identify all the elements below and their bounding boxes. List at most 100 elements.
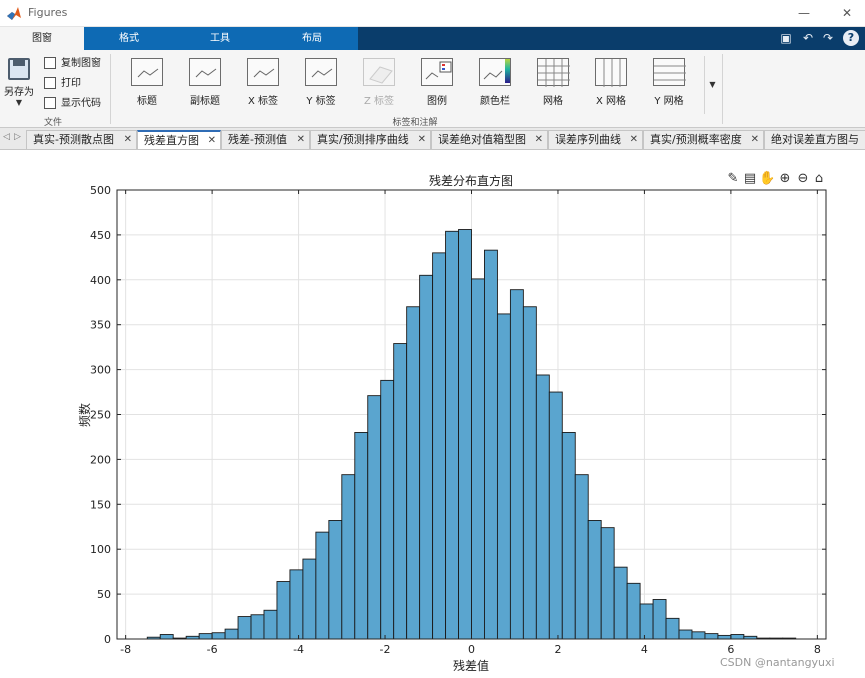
xgrid-icon — [595, 58, 627, 87]
legend-button-label: 图例 — [427, 96, 447, 107]
close-tab-icon[interactable]: ✕ — [418, 131, 426, 149]
x-tick-label: -4 — [293, 643, 304, 656]
doc-tab-residual-histogram[interactable]: 残差直方图 ✕ — [137, 130, 221, 149]
histogram-bar — [419, 274, 434, 640]
histogram-bar — [471, 278, 485, 640]
histogram-bar — [341, 474, 356, 640]
close-tab-icon[interactable]: ✕ — [751, 131, 759, 149]
x-tick-label: 4 — [641, 643, 648, 656]
xlabel-button[interactable]: X 标签 — [238, 58, 288, 112]
subtitle-button[interactable]: 副标题 — [180, 58, 230, 112]
zlabel-button: Z 标签 — [354, 58, 404, 112]
xgrid-button-label: X 网格 — [595, 96, 627, 107]
doc-tab-label: 真实-预测散点图 — [33, 133, 114, 146]
histogram-bar — [678, 629, 693, 640]
copy-figure-button[interactable]: 复制图窗 — [44, 56, 101, 71]
subtitle-button-label: 副标题 — [190, 96, 220, 107]
grid-button[interactable]: 网格 — [528, 58, 578, 112]
histogram-bar — [639, 603, 654, 640]
help-icon[interactable]: ? — [843, 30, 859, 46]
histogram-bar — [613, 566, 628, 640]
histogram-bar — [211, 632, 226, 640]
save-icon[interactable]: ▣ — [778, 30, 794, 46]
doc-tab-label: 误差绝对值箱型图 — [438, 133, 526, 146]
ribbon-more-chevron-icon[interactable]: ▼ — [704, 56, 720, 114]
close-tab-icon[interactable]: ✕ — [297, 131, 305, 149]
doc-tab-label: 绝对误差直方图与 — [771, 133, 859, 146]
tabs-scroll-left-icon[interactable]: ◁ — [3, 132, 10, 142]
doc-tab-sorted-curve[interactable]: 真实/预测排序曲线 ✕ — [310, 130, 431, 149]
histogram-bar — [432, 252, 447, 640]
save-as-button[interactable]: 另存为 ▼ — [2, 56, 36, 112]
ygrid-icon — [653, 58, 686, 86]
histogram-bar — [237, 616, 252, 640]
histogram-bar — [535, 374, 550, 640]
redo-icon[interactable]: ↷ — [820, 30, 836, 46]
close-tab-icon[interactable]: ✕ — [535, 131, 543, 149]
doc-tab-label: 真实/预测概率密度 — [650, 133, 742, 146]
tab-layout[interactable]: 布局 — [266, 27, 358, 50]
doc-tab-residual-vs-pred[interactable]: 残差-预测值 ✕ — [221, 130, 310, 149]
grid-button-label: 网格 — [543, 96, 563, 107]
doc-tab-abs-error-box[interactable]: 误差绝对值箱型图 ✕ — [431, 130, 548, 149]
doc-tab-probability-density[interactable]: 真实/预测概率密度 ✕ — [643, 130, 764, 149]
checkbox-icon — [44, 97, 56, 109]
chevron-down-icon: ▼ — [15, 98, 23, 107]
doc-tab-label: 残差-预测值 — [228, 133, 287, 146]
doc-tab-abs-error-histogram[interactable]: 绝对误差直方图与 — [764, 130, 865, 149]
histogram-bar — [393, 343, 408, 640]
file-group-label: 文件 — [43, 118, 62, 128]
legend-icon — [421, 58, 453, 86]
histogram-bar — [626, 582, 641, 640]
histogram-bar — [509, 289, 524, 640]
histogram-bar — [548, 391, 563, 640]
xlabel-button-label: X 标签 — [247, 96, 279, 107]
print-label: 打印 — [61, 78, 81, 89]
histogram-bar — [263, 609, 278, 640]
ygrid-button-label: Y 网格 — [654, 96, 684, 107]
histogram-bar — [561, 432, 576, 640]
tabs-scroll-right-icon[interactable]: ▷ — [14, 132, 21, 142]
window-title-bar: Figures — ✕ — [0, 0, 865, 27]
ylabel-button[interactable]: Y 标签 — [296, 58, 346, 112]
minimize-icon[interactable]: — — [793, 2, 815, 24]
histogram-bar — [484, 249, 498, 640]
title-button-label: 标题 — [137, 96, 157, 107]
xgrid-button[interactable]: X 网格 — [586, 58, 636, 112]
group-divider — [110, 54, 111, 124]
histogram-bar — [587, 520, 602, 640]
ylabel-icon — [305, 58, 337, 86]
undo-icon[interactable]: ↶ — [800, 30, 816, 46]
close-icon[interactable]: ✕ — [836, 2, 858, 24]
close-tab-icon[interactable]: ✕ — [630, 131, 638, 149]
close-tab-icon[interactable]: ✕ — [208, 132, 216, 149]
y-tick-label: 350 — [90, 319, 111, 332]
zlabel-icon — [363, 58, 395, 86]
save-as-label: 另存为 — [4, 87, 34, 98]
x-tick-label: -8 — [120, 643, 131, 656]
histogram-bar — [380, 379, 395, 640]
doc-tab-label: 残差直方图 — [144, 134, 199, 147]
doc-tab-error-series[interactable]: 误差序列曲线 ✕ — [548, 130, 643, 149]
tab-tools[interactable]: 工具 — [174, 27, 266, 50]
title-button[interactable]: 标题 — [122, 58, 172, 112]
histogram-bar — [159, 634, 174, 640]
ygrid-button[interactable]: Y 网格 — [644, 58, 694, 112]
close-tab-icon[interactable]: ✕ — [124, 131, 132, 149]
histogram-bar — [276, 581, 291, 640]
y-tick-label: 400 — [90, 274, 111, 287]
colorbar-button[interactable]: 颜色栏 — [470, 58, 520, 112]
matlab-logo-icon — [7, 7, 21, 20]
tab-format[interactable]: 格式 — [84, 27, 174, 50]
legend-button[interactable]: 图例 — [412, 58, 462, 112]
tab-figure[interactable]: 图窗 — [0, 27, 84, 50]
histogram-bar — [522, 306, 537, 640]
print-button[interactable]: 打印 — [44, 76, 81, 91]
title-icon — [131, 58, 163, 86]
show-code-checkbox[interactable]: 显示代码 — [44, 96, 101, 111]
xlabel-icon — [247, 58, 279, 86]
toolstrip-tabbar: 图窗 格式 工具 布局 ▣ ↶ ↷ ? — [0, 27, 865, 50]
doc-tab-scatter[interactable]: 真实-预测散点图 ✕ — [26, 130, 137, 149]
y-tick-label: 50 — [97, 588, 111, 601]
histogram-bar — [302, 558, 317, 640]
